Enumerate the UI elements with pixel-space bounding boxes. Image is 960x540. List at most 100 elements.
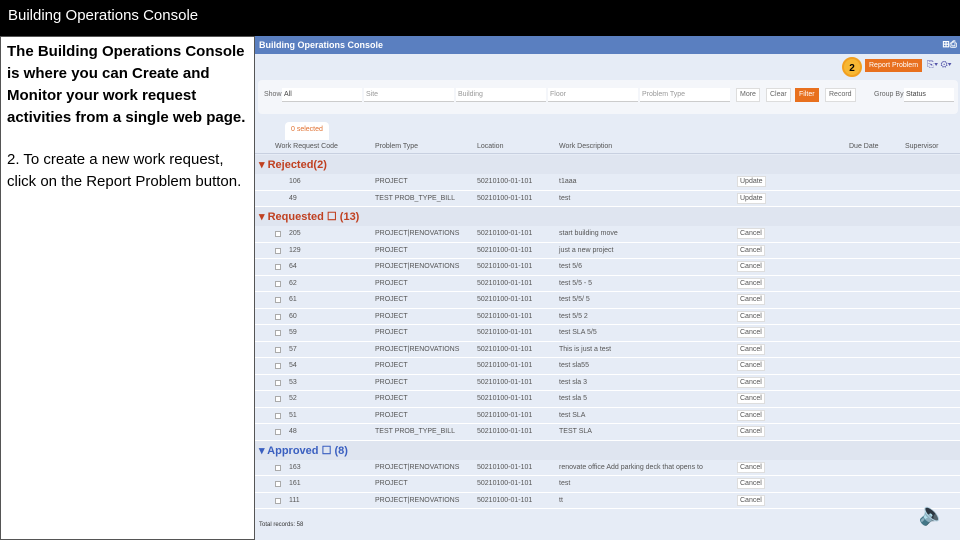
cell-location: 50210100-01-101 <box>477 345 533 353</box>
row-checkbox[interactable] <box>275 379 281 386</box>
problem-type-input[interactable]: Problem Type <box>640 88 730 102</box>
cell-code: 59 <box>289 329 297 336</box>
row-checkbox[interactable] <box>275 346 281 353</box>
cell-location: 50210100-01-101 <box>477 230 533 237</box>
cell-location: 50210100-01-101 <box>477 329 533 336</box>
cell-location: 50210100-01-101 <box>477 279 533 287</box>
table-row[interactable]: 161 PROJECT 50210100-01-101 test Cancel <box>255 476 960 493</box>
table-row[interactable]: 51 PROJECT 50210100-01-101 test SLA Cancel <box>255 408 960 424</box>
row-action-button[interactable]: Cancel <box>737 310 765 322</box>
cell-problem-type: PROJECT|RENOVATIONS <box>375 496 460 504</box>
filter-bar: Show All Site Building Floor Problem Typ… <box>258 80 958 114</box>
cell-location: 50210100-01-101 <box>477 362 533 369</box>
table-row[interactable]: 62 PROJECT 50210100-01-101 test 5/5 - 5 Canc… <box>255 276 960 292</box>
table-row[interactable]: 64 PROJECT|RENOVATIONS 50210100-01-101 test… <box>255 259 960 276</box>
row-action-button[interactable]: Update <box>737 192 766 204</box>
col-due-date[interactable]: Due Date <box>849 143 879 150</box>
col-location[interactable]: Location <box>477 143 503 150</box>
col-problem-type[interactable]: Problem Type <box>375 143 418 150</box>
table-row[interactable]: 53 PROJECT 50210100-01-101 test sla 3 Cancel <box>255 375 960 391</box>
table-row[interactable]: 59 PROJECT 50210100-01-101 test SLA 5/5 Canc… <box>255 325 960 342</box>
row-checkbox[interactable] <box>275 412 281 419</box>
cell-code: 205 <box>289 230 301 237</box>
table-row[interactable]: 205 PROJECT|RENOVATIONS 50210100-01-101 sta… <box>255 226 960 243</box>
selected-count-tab[interactable]: 0 selected <box>285 122 329 140</box>
row-action-button[interactable]: Cancel <box>737 343 765 355</box>
table-row[interactable]: 60 PROJECT 50210100-01-101 test 5/5 2 Cancel <box>255 309 960 325</box>
row-action-button[interactable]: Cancel <box>737 426 765 437</box>
row-checkbox[interactable] <box>275 396 281 402</box>
row-action-button[interactable]: Cancel <box>737 228 765 239</box>
row-checkbox[interactable] <box>275 464 281 471</box>
cell-code: 53 <box>289 378 297 386</box>
group-header[interactable]: ▾ Requested ☐ (13) <box>255 207 960 226</box>
table-row[interactable]: 163 PROJECT|RENOVATIONS 50210100-01-101 ren… <box>255 460 960 476</box>
table-row[interactable]: 129 PROJECT 50210100-01-101 just a new proj… <box>255 243 960 259</box>
row-checkbox[interactable] <box>275 297 281 303</box>
row-action-button[interactable]: Cancel <box>737 494 765 506</box>
console-header: Building Operations Console ⊞⎙ <box>255 36 960 54</box>
row-action-button[interactable]: Update <box>737 176 766 187</box>
row-checkbox[interactable] <box>275 231 281 237</box>
table-row[interactable]: 48 TEST PROB_TYPE_BILL 50210100-01-101 TEST… <box>255 424 960 441</box>
row-action-button[interactable]: Cancel <box>737 409 765 421</box>
row-action-button[interactable]: Cancel <box>737 478 765 489</box>
group-by-label: Group By <box>874 91 904 98</box>
group-header[interactable]: ▾ Rejected(2) <box>255 155 960 174</box>
row-checkbox[interactable] <box>275 481 281 487</box>
cell-code: 62 <box>289 279 297 287</box>
table-row[interactable]: 49 TEST PROB_TYPE_BILL 50210100-01-101 test… <box>255 191 960 207</box>
table-row[interactable]: 106 PROJECT 50210100-01-101 t1aaa Update <box>255 174 960 191</box>
row-action-button[interactable]: Cancel <box>737 244 765 256</box>
export-settings-icons[interactable]: ⎘▾ ⚙▾ <box>927 59 952 70</box>
clear-button[interactable]: Clear <box>766 88 791 102</box>
cell-code: 52 <box>289 395 297 402</box>
row-checkbox[interactable] <box>275 330 281 336</box>
table-row[interactable]: 61 PROJECT 50210100-01-101 test 5/5/ 5 Cance… <box>255 292 960 309</box>
row-action-button[interactable]: Cancel <box>737 261 765 272</box>
row-checkbox[interactable] <box>275 280 281 287</box>
row-action-button[interactable]: Cancel <box>737 376 765 388</box>
table-row[interactable]: 52 PROJECT 50210100-01-101 test sla 5 Cancel <box>255 391 960 408</box>
cell-code: 54 <box>289 362 297 369</box>
more-button[interactable]: More <box>736 88 760 102</box>
table-row[interactable]: 54 PROJECT 50210100-01-101 test sla55 Cancel <box>255 358 960 375</box>
col-description[interactable]: Work Description <box>559 143 612 150</box>
col-supervisor[interactable]: Supervisor <box>905 143 938 150</box>
cell-location: 50210100-01-101 <box>477 263 533 270</box>
show-select[interactable]: All <box>282 88 362 102</box>
speaker-icon[interactable]: 🔈 <box>919 501 946 527</box>
row-action-button[interactable]: Cancel <box>737 393 765 404</box>
row-action-button[interactable]: Cancel <box>737 327 765 338</box>
row-checkbox[interactable] <box>275 363 281 369</box>
cell-description: start building move <box>559 230 618 237</box>
table-row[interactable]: 111 PROJECT|RENOVATIONS 50210100-01-101 tt C… <box>255 493 960 509</box>
group-by-select[interactable]: Status <box>904 88 954 102</box>
cell-code: 163 <box>289 463 301 471</box>
row-checkbox[interactable] <box>275 247 281 254</box>
cell-code: 57 <box>289 345 297 353</box>
site-input[interactable]: Site <box>364 88 454 102</box>
row-action-button[interactable]: Cancel <box>737 360 765 371</box>
cell-description: test 5/5 - 5 <box>559 279 593 287</box>
row-checkbox[interactable] <box>275 313 281 320</box>
row-checkbox[interactable] <box>275 429 281 435</box>
group-header[interactable]: ▾ Approved ☐ (8) <box>255 440 960 460</box>
cell-problem-type: PROJECT|RENOVATIONS <box>375 230 460 237</box>
row-checkbox[interactable] <box>275 264 281 270</box>
building-input[interactable]: Building <box>456 88 546 102</box>
row-checkbox[interactable] <box>275 497 281 504</box>
slide-title: Building Operations Console <box>0 0 960 36</box>
table-row[interactable]: 57 PROJECT|RENOVATIONS 50210100-01-101 This… <box>255 342 960 358</box>
row-action-button[interactable]: Cancel <box>737 461 765 473</box>
floor-input[interactable]: Floor <box>548 88 638 102</box>
filter-button[interactable]: Filter <box>795 88 819 102</box>
col-code[interactable]: Work Request Code <box>275 143 338 150</box>
row-action-button[interactable]: Cancel <box>737 294 765 305</box>
report-problem-button[interactable]: Report Problem <box>865 59 923 72</box>
row-action-button[interactable]: Cancel <box>737 277 765 289</box>
cell-description: TEST SLA <box>559 428 592 435</box>
cell-code: 61 <box>289 296 297 303</box>
record-button[interactable]: Record <box>825 88 856 102</box>
window-icons[interactable]: ⊞⎙ <box>942 39 957 50</box>
